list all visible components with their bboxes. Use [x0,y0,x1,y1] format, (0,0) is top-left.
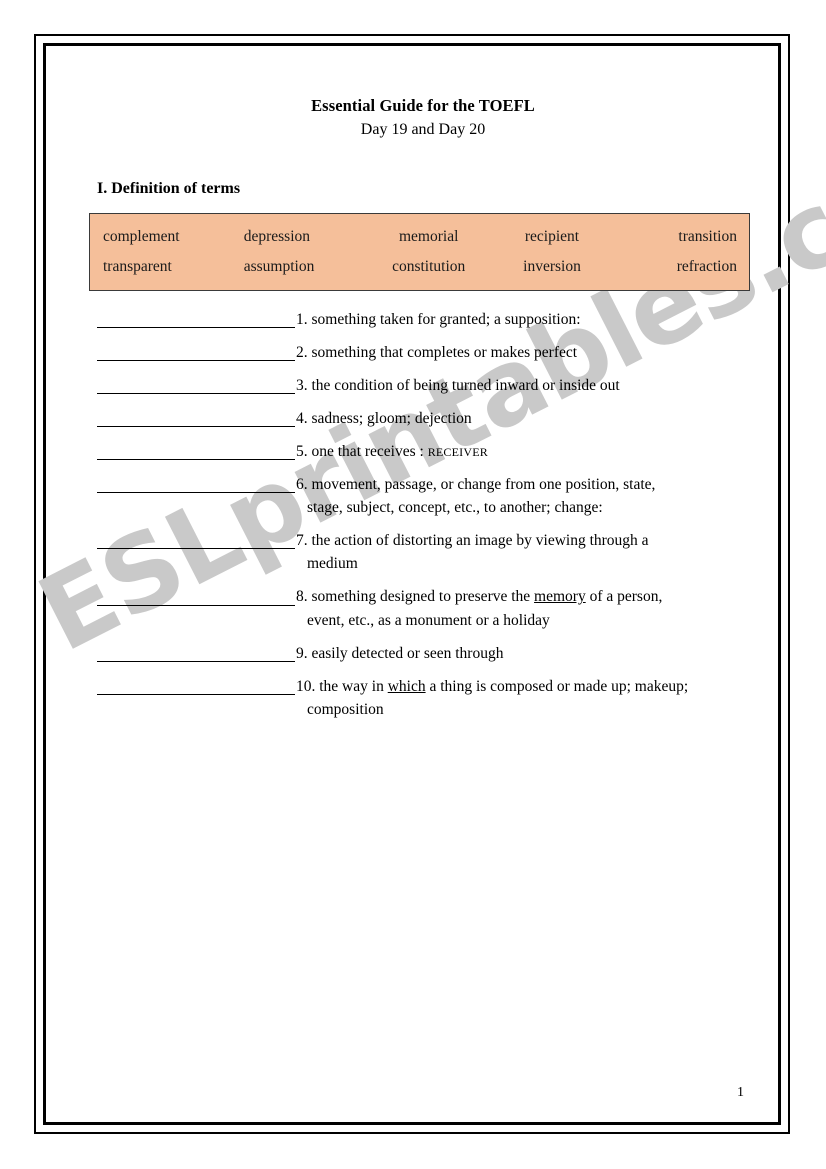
answer-blank[interactable] [97,588,295,606]
definition-text: 6. movement, passage, or change from one… [295,476,753,494]
answer-blank[interactable] [97,310,295,328]
definition-text: 8. something designed to preserve the me… [295,588,753,606]
answer-blank[interactable] [97,343,295,361]
word-bank-term: transparent [103,257,172,275]
word-bank-term: recipient [524,228,580,245]
word-bank-term: complement [103,228,180,245]
definition-first-line: 3. the condition of being turned inward … [97,376,753,395]
item-number: 5. [296,442,308,460]
section-heading: I. Definition of terms [97,180,241,197]
answer-blank[interactable] [97,475,295,493]
definition-text: 9. easily detected or seen through [295,645,753,663]
word-bank-row: transparent assumption constitution inversi… [90,252,749,282]
definition-first-line: 1. something taken for granted; a suppos… [97,310,753,329]
title-block: Essential Guide for the TOEFL Day 19 and… [97,95,749,142]
item-number: 9. [296,644,308,662]
definition-item: 4. sadness; gloom; dejection [97,409,753,428]
definition-text: 2. something that completes or makes per… [295,344,753,362]
answer-blank[interactable] [97,376,295,394]
item-number: 6. [296,475,308,493]
definition-continuation-line: stage, subject, concept, etc., to anothe… [307,499,603,516]
definition-text: 3. the condition of being turned inward … [295,377,753,395]
definition-text-segment: something taken for granted; a suppositi… [307,310,581,328]
definition-item: 3. the condition of being turned inward … [97,376,753,395]
word-bank-term: constitution [392,257,466,275]
definition-text: 4. sadness; gloom; dejection [295,410,753,428]
definition-text-segment: the way in [315,677,388,695]
definition-text: 10. the way in which a thing is composed… [295,678,753,696]
definition-first-line: 4. sadness; gloom; dejection [97,409,753,428]
definition-text: 5. one that receives : RECEIVER [295,443,753,461]
item-number: 10. [296,677,316,695]
item-number: 7. [296,532,308,549]
definition-text-segment: one that receives : [307,442,428,460]
item-number: 2. [296,343,308,361]
definition-text-segment: something designed to preserve the [307,588,535,606]
definition-item: 5. one that receives : RECEIVER [97,442,753,461]
word-bank-row: complement depression memorial recipient tra… [90,222,749,252]
definition-first-line: 9. easily detected or seen through [97,644,753,663]
small-caps-term: RECEIVER [427,444,488,459]
definition-item: 7. the action of distorting an image by … [97,531,753,573]
definition-item: 2. something that completes or makes per… [97,343,753,362]
word-bank-term: refraction [676,257,737,275]
word-bank-term: assumption [243,257,315,275]
item-number: 3. [296,376,308,394]
answer-blank[interactable] [97,442,295,460]
definition-first-line: 10. the way in which a thing is composed… [97,677,753,696]
definition-item: 10. the way in which a thing is composed… [97,677,753,719]
word-bank-term: depression [243,228,311,245]
page-subtitle: Day 19 and Day 20 [360,121,486,139]
answer-blank[interactable] [97,531,295,550]
definition-first-line: 6. movement, passage, or change from one… [97,475,753,494]
word-bank-table: complement depression memorial recipient tra… [89,213,750,291]
page-number: 1 [737,1085,744,1100]
worksheet-page: ESLprintables.com Essential Guide for th… [0,0,826,1169]
definition-first-line: 8. something designed to preserve the me… [97,588,753,607]
item-number: 4. [296,409,308,427]
word-bank-term: memorial [398,228,459,245]
underlined-term: which [387,677,426,695]
page-content: Essential Guide for the TOEFL Day 19 and… [0,0,826,1169]
underlined-term: memory [534,588,586,606]
definition-text-segment: a thing is composed or made up; makeup; [425,677,689,695]
definition-continuation-line: medium [307,555,358,573]
definition-first-line: 7. the action of distorting an image by … [97,531,753,550]
definition-text-segment: movement, passage, or change from one po… [307,475,656,493]
answer-blank[interactable] [97,644,295,662]
definition-text-segment: the condition of being turned inward or … [307,376,620,394]
definition-continuation-line: composition [307,700,384,718]
definition-text-segment: easily detected or seen through [307,644,504,662]
definition-text: 1. something taken for granted; a suppos… [295,311,753,329]
definition-item: 1. something taken for granted; a suppos… [97,310,753,329]
definition-item: 9. easily detected or seen through [97,644,753,663]
definition-text: 7. the action of distorting an image by … [295,532,753,550]
word-bank-term: transition [678,228,737,245]
word-bank-term: inversion [523,257,581,275]
definition-list: 1. something taken for granted; a suppos… [97,310,753,733]
definition-text-segment: the action of distorting an image by vie… [307,532,649,549]
definition-item: 6. movement, passage, or change from one… [97,475,753,517]
item-number: 1. [296,310,308,328]
answer-blank[interactable] [97,409,295,427]
answer-blank[interactable] [97,677,295,695]
definition-text-segment: of a person, [585,588,663,606]
item-number: 8. [296,588,308,606]
definition-item: 8. something designed to preserve the me… [97,588,753,630]
definition-first-line: 2. something that completes or makes per… [97,343,753,362]
definition-first-line: 5. one that receives : RECEIVER [97,442,753,461]
definition-continuation-line: event, etc., as a monument or a holiday [307,611,550,629]
page-title: Essential Guide for the TOEFL [311,96,535,115]
definition-text-segment: sadness; gloom; dejection [307,409,472,427]
definition-text-segment: something that completes or makes perfec… [307,343,578,361]
